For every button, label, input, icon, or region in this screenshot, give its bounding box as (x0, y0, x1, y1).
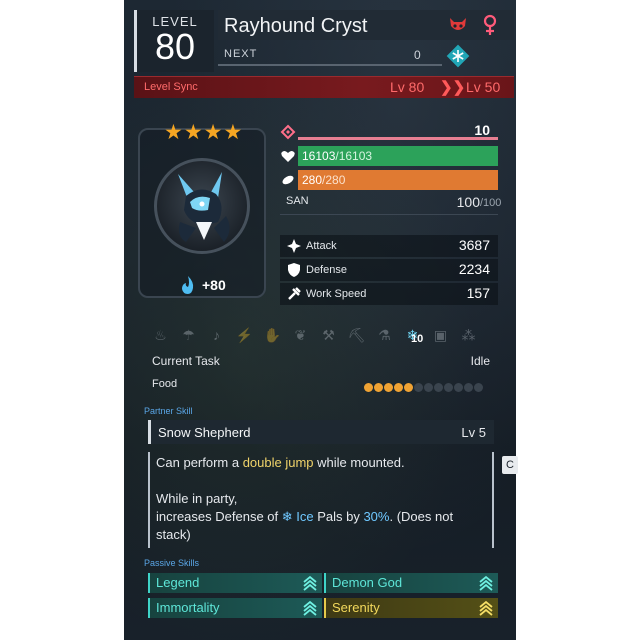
food-pip-filled (384, 383, 393, 392)
watering-icon[interactable]: ☂ (178, 325, 199, 346)
partner-skill-level: Lv 5 (461, 425, 486, 440)
aggressive-demon-icon (450, 18, 466, 30)
defense-value: 2234 (458, 261, 490, 277)
cooling-level: 10 (411, 332, 424, 345)
desc-line-1: Can perform a double jump while mounted. (156, 455, 405, 470)
food-pip-filled (394, 383, 403, 392)
rank-up-chevron-icon (479, 575, 493, 591)
pal-summary-panel: LEVEL 80 Rayhound Cryst NEXT 0 Level Syn… (124, 0, 516, 640)
passive-skill-name: Demon God (332, 575, 403, 590)
desc-line-2: While in party, (156, 491, 238, 506)
current-task-value: Idle (470, 354, 490, 368)
gathering-icon[interactable]: ❦ (290, 325, 311, 346)
passive-skill-name: Legend (156, 575, 200, 590)
san-label: SAN (286, 195, 309, 207)
food-pip-filled (374, 383, 383, 392)
shield-icon (288, 263, 300, 277)
passive-skill-name: Serenity (332, 600, 380, 615)
mining-icon[interactable]: ⛏ (346, 325, 367, 346)
farming-icon[interactable]: ⁂ (458, 325, 479, 346)
rank-stars: ★★★★ (164, 121, 244, 144)
lumbering-icon[interactable]: ⚒ (318, 325, 339, 346)
cooling-icon[interactable]: ❄ 10 (402, 325, 424, 346)
work-suitability-strip: ♨ ☂ ♪ ⚡ ✋ ❦ ⚒ ⛏ ⚗ ❄ 10 ▣ ⁂ (150, 322, 500, 348)
attack-icon (287, 239, 301, 253)
desc-line-3: increases Defense of ❄ Ice Pals by 30%. … (156, 509, 454, 524)
planting-icon[interactable]: ♪ (206, 325, 227, 346)
current-task-label: Current Task (152, 354, 220, 368)
level-sync-from: Lv 80 (390, 79, 425, 95)
female-icon (483, 14, 497, 35)
defense-label: Defense (306, 264, 347, 276)
partner-skill-name: Snow Shepherd (158, 425, 251, 440)
food-pip-empty (454, 383, 463, 392)
rank-up-chevron-icon (479, 600, 493, 616)
next-value: 0 (414, 48, 421, 62)
partner-skill-title: Partner Skill (144, 406, 193, 416)
food-pip-empty (424, 383, 433, 392)
food-pips (364, 379, 494, 392)
side-tab-button[interactable]: C (502, 456, 518, 474)
work-speed-value: 157 (466, 285, 490, 301)
food-label: Food (152, 378, 178, 390)
food-text: 280/280 (302, 173, 345, 187)
level-sync-label: Level Sync (144, 81, 198, 93)
food-pip-empty (474, 383, 483, 392)
handiwork-icon[interactable]: ✋ (262, 325, 283, 346)
soul-flame-icon (182, 276, 194, 294)
partner-skill-description: Can perform a double jump while mounted.… (156, 454, 490, 544)
passive-skills-title: Passive Skills (144, 558, 200, 568)
food-pip-empty (434, 383, 443, 392)
transporting-icon[interactable]: ▣ (430, 325, 451, 346)
passive-skill-demon-god[interactable]: Demon God (324, 573, 498, 593)
rank-up-chevron-icon (303, 600, 317, 616)
electricity-icon[interactable]: ⚡ (234, 325, 255, 346)
hp-current: 16103 (302, 149, 336, 163)
rayhound-cryst-portrait-icon (178, 172, 230, 242)
level-sync-to: Lv 50 (466, 79, 501, 95)
hp-text: 16103/16103 (302, 149, 372, 163)
food-pip-filled (364, 383, 373, 392)
food-current: 280 (302, 173, 323, 187)
divider (280, 214, 498, 215)
rank-up-chevron-icon (303, 575, 317, 591)
pal-name[interactable]: Rayhound Cryst (224, 15, 367, 38)
kindling-icon[interactable]: ♨ (150, 325, 171, 346)
work-speed-icon (288, 287, 301, 300)
trust-icon (280, 124, 296, 140)
medicine-icon[interactable]: ⚗ (374, 325, 395, 346)
desc-line-4: stack) (156, 527, 191, 542)
san-current: 100 (456, 194, 480, 210)
trust-value: 10 (474, 122, 490, 138)
passive-skill-immortality[interactable]: Immortality (148, 598, 322, 618)
passive-skill-legend[interactable]: Legend (148, 573, 322, 593)
san-max: /100 (480, 197, 502, 209)
ice-element-icon (446, 44, 470, 68)
passive-skill-serenity[interactable]: Serenity (324, 598, 498, 618)
food-pip-empty (464, 383, 473, 392)
food-icon (282, 175, 294, 185)
level-sync-arrow-icon: ❯❯ (440, 79, 466, 96)
soul-bonus-value: +80 (202, 277, 226, 293)
food-pip-empty (444, 383, 453, 392)
work-speed-label: Work Speed (306, 288, 367, 300)
passive-skill-name: Immortality (156, 600, 220, 615)
hp-max: /16103 (335, 149, 373, 163)
level-value: 80 (154, 26, 196, 67)
food-max: /280 (322, 173, 346, 187)
food-pip-filled (404, 383, 413, 392)
heart-icon (281, 151, 295, 162)
next-label: NEXT (224, 48, 258, 60)
attack-value: 3687 (458, 237, 490, 253)
attack-label: Attack (306, 240, 337, 252)
food-pip-empty (414, 383, 423, 392)
